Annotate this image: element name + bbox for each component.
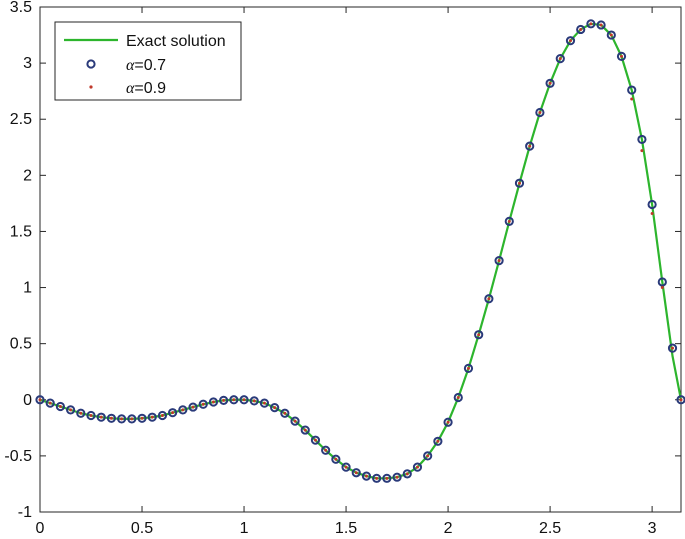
y-tick-label: 3.5 [10, 0, 32, 16]
series-alpha09-point [140, 416, 144, 420]
x-tick-label: 2.5 [539, 520, 561, 537]
legend-alpha09-value: =0.9 [134, 80, 166, 97]
series-alpha09-point [415, 465, 419, 469]
x-tick-label: 3 [648, 520, 657, 537]
series-alpha09-point [58, 405, 62, 409]
series-alpha09-point [650, 211, 654, 215]
series-alpha09-point [599, 23, 603, 27]
series-alpha09-point [222, 398, 226, 402]
legend-alpha07-value: =0.7 [134, 57, 166, 74]
legend-alpha07-label: α=0.7 [126, 57, 166, 74]
y-tick-label: 0.5 [10, 336, 32, 353]
series-alpha09-point [313, 438, 317, 442]
series-alpha09-point [344, 465, 348, 469]
y-tick-label: 1 [23, 280, 32, 297]
series-alpha09-point [232, 398, 236, 402]
x-tick-label: 0 [36, 520, 45, 537]
series-alpha09-point [446, 420, 450, 424]
series-alpha09-point [191, 405, 195, 409]
series-alpha09-point [579, 27, 583, 31]
series-alpha09-point [507, 219, 511, 223]
series-alpha09-point [568, 39, 572, 43]
y-tick-label: 1.5 [10, 223, 32, 240]
series-alpha09-point [334, 457, 338, 461]
x-tick-label: 0.5 [131, 520, 153, 537]
legend-alpha09-marker [89, 85, 93, 89]
series-alpha09-point [273, 406, 277, 410]
series-alpha09-point [558, 57, 562, 61]
series-alpha09-point [671, 346, 675, 350]
series-alpha09-point [324, 448, 328, 452]
series-alpha09-point [630, 97, 634, 101]
series-alpha09-point [364, 474, 368, 478]
series-alpha09-point [640, 149, 644, 153]
y-tick-label: 2.5 [10, 111, 32, 128]
series-alpha09-point [477, 333, 481, 337]
y-tick-label: 0 [23, 392, 32, 409]
series-alpha09-point [171, 411, 175, 415]
series-alpha09-point [120, 417, 124, 421]
series-alpha09-point [242, 398, 246, 402]
series-alpha09-point [150, 415, 154, 419]
series-alpha09-point [354, 471, 358, 475]
series-alpha09-point [293, 419, 297, 423]
series-alpha09-point [109, 416, 113, 420]
series-alpha09-point [201, 402, 205, 406]
legend-exact-label: Exact solution [126, 33, 226, 50]
series-alpha09-point [517, 181, 521, 185]
series-alpha09-point [48, 401, 52, 405]
series-alpha09-point [466, 366, 470, 370]
legend-alpha09-label: α=0.9 [126, 80, 166, 97]
series-alpha09-point [487, 297, 491, 301]
series-alpha09-point [160, 413, 164, 417]
series-alpha09-point [130, 417, 134, 421]
series-alpha09-point [456, 396, 460, 400]
series-alpha09-point [620, 54, 624, 58]
series-alpha09-point [528, 144, 532, 148]
series-alpha09-point [497, 259, 501, 263]
series-alpha09-point [89, 413, 93, 417]
series-alpha09-point [303, 428, 307, 432]
series-alpha09-point [38, 398, 42, 402]
series-alpha09-point [211, 400, 215, 404]
legend: Exact solution α=0.7 α=0.9 [54, 21, 242, 101]
y-tick-label: 3 [23, 55, 32, 72]
series-alpha09-point [589, 22, 593, 26]
series-alpha09-point [69, 408, 73, 412]
series-alpha09-point [538, 110, 542, 114]
y-tick-label: 2 [23, 167, 32, 184]
series-alpha09-point [395, 475, 399, 479]
series-alpha09-point [252, 399, 256, 403]
series-alpha09-point [283, 411, 287, 415]
series-alpha09-point [262, 401, 266, 405]
series-alpha09-point [181, 408, 185, 412]
x-tick-label: 1 [240, 520, 249, 537]
series-alpha09-point [405, 472, 409, 476]
series-alpha09-point [548, 81, 552, 85]
series-alpha09-point [426, 454, 430, 458]
series-alpha09-point [679, 398, 683, 402]
series-alpha09-point [375, 476, 379, 480]
series-alpha09-point [436, 439, 440, 443]
series-alpha09-point [99, 415, 103, 419]
x-tick-label: 2 [444, 520, 453, 537]
series-alpha09-point [79, 411, 83, 415]
y-tick-label: -1 [18, 504, 32, 521]
chart: -1 -0.5 0 0.5 1 1.5 2 2.5 3 3.5 0 0.5 1 1.5 2 2.5 3 Exa… [4, 0, 685, 537]
series-alpha09-point [660, 286, 664, 290]
series-alpha09-point [609, 33, 613, 37]
x-tick-label: 1.5 [335, 520, 357, 537]
series-alpha09-point [385, 476, 389, 480]
y-tick-label: -0.5 [4, 448, 32, 465]
